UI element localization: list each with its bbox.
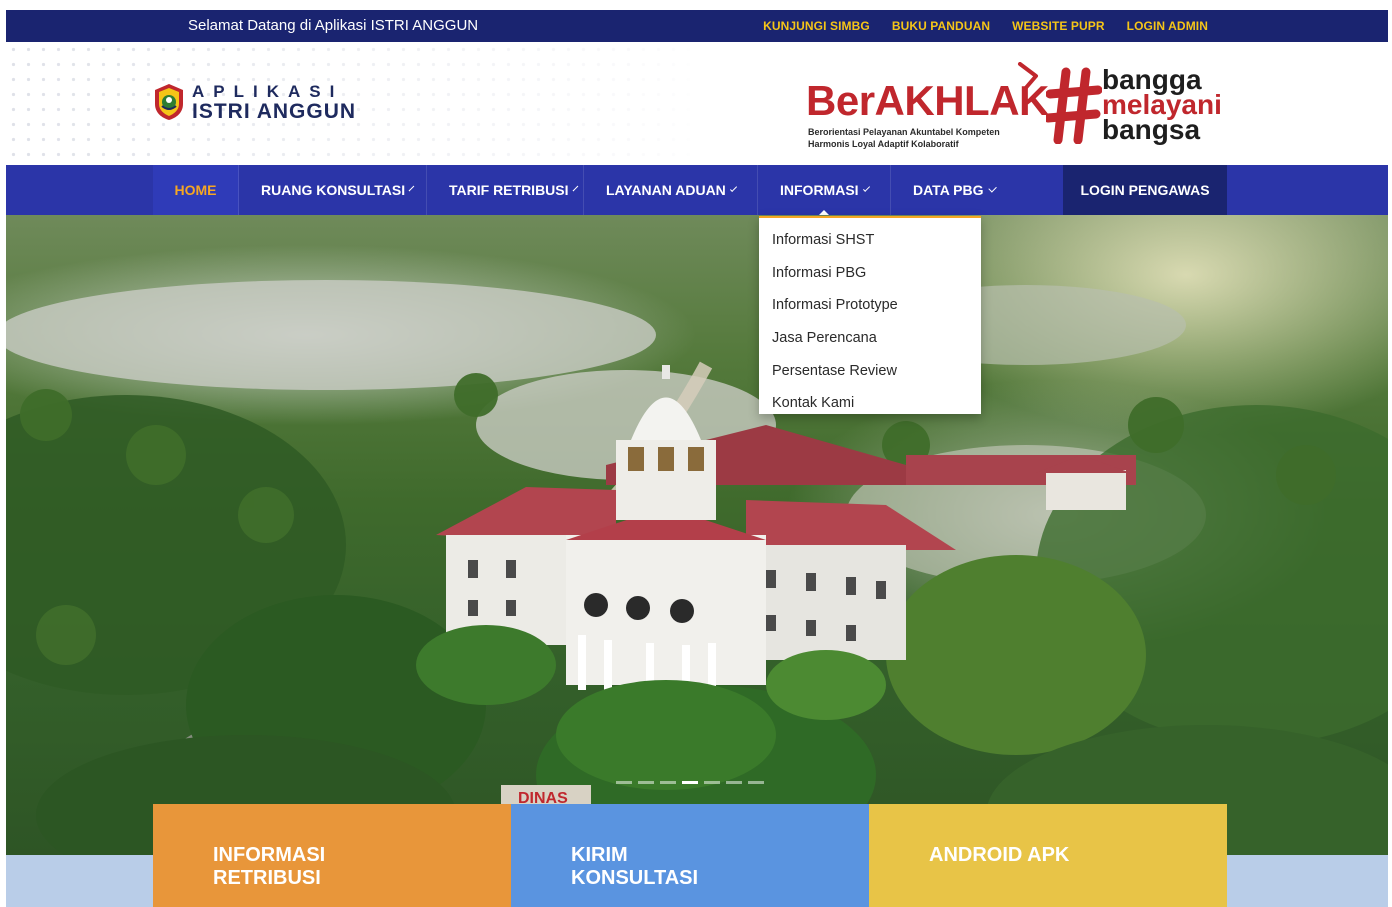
chevron-down-icon [729,184,738,192]
tagline-line1: Berorientasi Pelayanan Akuntabel Kompete… [808,127,1000,137]
nav-home[interactable]: HOME [153,165,239,215]
chevron-down-icon [408,185,415,191]
card-line1: ANDROID APK [929,844,1070,866]
nav-data-pbg[interactable]: DATA PBG [891,165,1017,215]
menu-item-persentase-review[interactable]: Persentase Review [759,354,981,387]
menu-item-informasi-pbg[interactable]: Informasi PBG [759,257,981,290]
berakhlak-ber: Ber [806,77,875,124]
nav-layanan-aduan[interactable]: LAYANAN ADUAN [584,165,758,215]
card-informasi-retribusi[interactable]: INFORMASI RETRIBUSI [153,804,511,907]
logo-line2: ISTRI ANGGUN [192,99,357,123]
card-line1: INFORMASI [213,844,326,866]
site-header: APLIKASI ISTRI ANGGUN BerAKHLAK Berorien… [6,42,1388,165]
chevron-down-icon [572,185,578,191]
card-line1: KIRIM [571,844,628,866]
card-label: ANDROID APK [929,844,1149,867]
chevron-down-icon [987,183,997,193]
login-pengawas-button[interactable]: LOGIN PENGAWAS [1063,165,1227,215]
chevron-mark-icon [1018,62,1038,92]
informasi-dropdown: Informasi SHST Informasi PBG Informasi P… [759,216,981,414]
nav-ruang-konsultasi-label: RUANG KONSULTASI [261,182,406,198]
nav-tarif-retribusi[interactable]: TARIF RETRIBUSI [427,165,584,215]
main-nav: HOME RUANG KONSULTASI TARIF RETRIBUSI LA… [6,165,1388,216]
card-label: KIRIM KONSULTASI [571,844,791,890]
berakhlak-logo: BerAKHLAK Berorientasi Pelayanan Akuntab… [806,62,1049,165]
emblem-icon [155,84,183,120]
top-links: KUNJUNGI SIMBG BUKU PANDUAN WEBSITE PUPR… [763,19,1208,33]
hero-slider: DINAS [6,215,1388,855]
tagline-line2: Harmonis Loyal Adaptif Kolaboratif [808,139,959,149]
nav-ruang-konsultasi[interactable]: RUANG KONSULTASI [239,165,427,215]
slide-dot-active[interactable] [682,781,698,784]
card-kirim-konsultasi[interactable]: KIRIM KONSULTASI [511,804,869,907]
nav-items: HOME RUANG KONSULTASI TARIF RETRIBUSI LA… [153,165,1017,216]
menu-item-kontak-kami[interactable]: Kontak Kami [759,387,981,420]
card-android-apk[interactable]: ANDROID APK [869,804,1227,907]
berakhlak-word: BerAKHLAK [806,80,1049,122]
card-label: INFORMASI RETRIBUSI [213,844,433,890]
bangga-melayani-logo: bangga melayani bangsa [1046,64,1236,154]
slide-indicators [616,781,764,784]
page-frame: Selamat Datang di Aplikasi ISTRI ANGGUN … [6,10,1388,907]
berakhlak-tagline: Berorientasi Pelayanan Akuntabel Kompete… [808,126,1000,150]
menu-item-informasi-prototype[interactable]: Informasi Prototype [759,289,981,322]
menu-item-informasi-shst[interactable]: Informasi SHST [759,224,981,257]
link-website-pupr[interactable]: WEBSITE PUPR [1012,19,1105,33]
card-line2: RETRIBUSI [213,867,321,889]
slide-dot[interactable] [704,781,720,784]
nav-data-pbg-label: DATA PBG [913,182,984,198]
slide-dot[interactable] [616,781,632,784]
link-login-admin[interactable]: LOGIN ADMIN [1127,19,1208,33]
slide-dot[interactable] [660,781,676,784]
hashtag-icon [1046,67,1102,144]
welcome-text: Selamat Datang di Aplikasi ISTRI ANGGUN [188,17,479,34]
chevron-down-icon [862,184,870,192]
hero-image: DINAS [6,280,1388,855]
slide-dot[interactable] [726,781,742,784]
menu-item-jasa-perencana[interactable]: Jasa Perencana [759,322,981,355]
site-logo[interactable]: APLIKASI ISTRI ANGGUN [152,82,356,122]
nav-informasi[interactable]: INFORMASI [758,165,891,216]
bangsa-word: bangsa [1102,114,1201,145]
slide-dot[interactable] [638,781,654,784]
slide-dot[interactable] [748,781,764,784]
logo-line1: APLIKASI [192,81,344,101]
top-bar: Selamat Datang di Aplikasi ISTRI ANGGUN … [6,10,1388,42]
card-line2: KONSULTASI [571,867,699,889]
nav-tarif-retribusi-label: TARIF RETRIBUSI [449,182,569,198]
link-buku-panduan[interactable]: BUKU PANDUAN [892,19,990,33]
nav-layanan-aduan-label: LAYANAN ADUAN [606,182,726,198]
link-kunjungi-simbg[interactable]: KUNJUNGI SIMBG [763,19,870,33]
nav-informasi-label: INFORMASI [780,182,859,198]
